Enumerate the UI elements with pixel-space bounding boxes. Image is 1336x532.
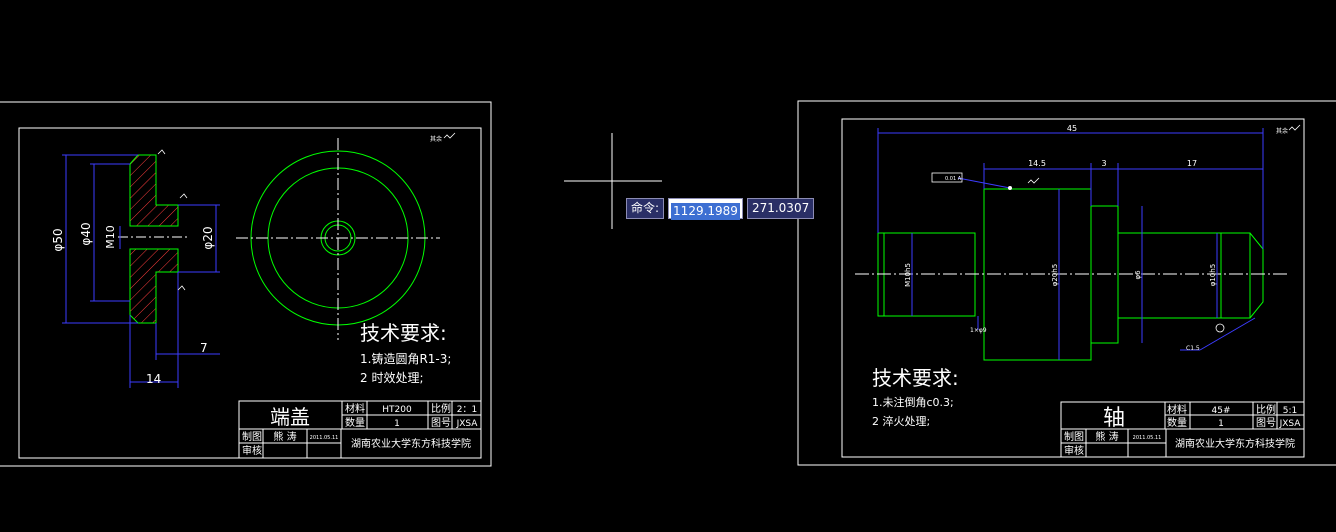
end-cap-section-view[interactable]: φ50 φ40 M10 φ20 7 14 [51, 149, 220, 388]
tolerance-text: 0.01 A [945, 176, 962, 182]
scale-label: 比例 [1256, 403, 1276, 416]
dim-d20: φ20 [201, 226, 215, 249]
drawing-end-cap[interactable]: φ50 φ40 M10 φ20 7 14 其余 技术要求: 1.铸造圆角R1-3… [0, 101, 492, 467]
roughness-symbol [1288, 124, 1301, 131]
sheet-border [0, 101, 492, 467]
drawing-no-label: 图号 [1256, 417, 1276, 429]
drawn-by-label: 制图 [1064, 430, 1084, 443]
dim-d40: φ40 [79, 222, 93, 245]
datum-a-symbol [1215, 323, 1225, 333]
dim-7: 7 [200, 341, 208, 355]
cad-drawing-canvas[interactable]: φ50 φ40 M10 φ20 7 14 其余 技术要求: 1.铸造圆角R1-3… [0, 0, 1336, 532]
dim-14: 14 [146, 372, 161, 386]
roughness-symbol [443, 132, 456, 139]
date-value: 2011.05.11 [1133, 435, 1162, 441]
checked-label: 审核 [242, 444, 262, 457]
dim-seg1: 14.5 [1028, 159, 1046, 168]
tech-note-2: 2 时效处理; [360, 370, 424, 385]
drawn-by-label: 制图 [242, 430, 262, 443]
roughness-note: 其余 [1276, 127, 1288, 135]
tech-note-1: 1.未注倒角c0.3; [872, 395, 954, 409]
tech-note-2: 2 淬火处理; [872, 414, 930, 428]
drawing-no-value: JXSA [1279, 419, 1302, 429]
dim-chamfer: 1×φ9 [970, 327, 987, 334]
dim-seg2: 3 [1101, 159, 1106, 168]
roughness-note: 其余 [430, 135, 442, 143]
dim-m10: M10 [104, 225, 117, 249]
command-label: 命令: [626, 198, 665, 219]
dynamic-input-tooltip[interactable]: 命令: 1129.1989 271.0307 [626, 198, 815, 220]
drawn-by-value: 熊 涛 [1095, 430, 1118, 443]
drawing-shaft[interactable]: 45 14.5 3 17 M10h5 φ20h5 φ6 φ10h5 1×φ9 C… [797, 100, 1336, 466]
quantity-value: 1 [1218, 419, 1224, 429]
shaft-dimensions [877, 128, 1264, 360]
checked-label: 审核 [1064, 444, 1084, 457]
dim-d50: φ50 [51, 228, 65, 251]
scale-value: 5:1 [1283, 406, 1297, 416]
dim-d10h5: φ10h5 [1209, 264, 1217, 286]
date-value: 2011.05.11 [310, 435, 339, 441]
roughness-symbol-shaft [1027, 177, 1040, 184]
drawing-no-label: 图号 [431, 417, 451, 429]
tech-requirements-title: 技术要求: [360, 321, 447, 345]
material-value: 45# [1212, 406, 1231, 416]
dim-d6: φ6 [1134, 270, 1142, 280]
y-coordinate-input[interactable]: 271.0307 [746, 198, 815, 219]
quantity-label: 数量 [345, 416, 365, 429]
tech-requirements-title: 技术要求: [872, 366, 959, 390]
dim-d20h5: φ20h5 [1051, 264, 1059, 286]
x-coordinate-value: 1129.1989 [671, 203, 740, 220]
quantity-value: 1 [394, 419, 400, 429]
material-label: 材料 [1167, 403, 1187, 416]
drawn-by-value: 熊 涛 [273, 430, 296, 443]
part-name: 端盖 [270, 405, 310, 429]
quantity-label: 数量 [1167, 416, 1187, 429]
school-name: 湖南农业大学东方科技学院 [1175, 437, 1295, 450]
drawing-no-value: JXSA [456, 419, 479, 429]
dim-seg3: 17 [1187, 159, 1197, 168]
end-cap-front-view[interactable] [236, 138, 440, 340]
x-coordinate-input[interactable]: 1129.1989 [668, 198, 743, 220]
datum-marker [1008, 186, 1012, 190]
school-name: 湖南农业大学东方科技学院 [351, 437, 471, 450]
tech-note-1: 1.铸造圆角R1-3; [360, 351, 451, 366]
scale-value: 2：1 [457, 405, 477, 415]
material-value: HT200 [382, 405, 412, 415]
dim-overall: 45 [1067, 124, 1077, 133]
scale-label: 比例 [431, 402, 451, 415]
dim-thread: M10h5 [904, 263, 912, 287]
dim-c15: C1.5 [1186, 345, 1200, 352]
part-name: 轴 [1103, 406, 1125, 431]
material-label: 材料 [345, 402, 365, 415]
